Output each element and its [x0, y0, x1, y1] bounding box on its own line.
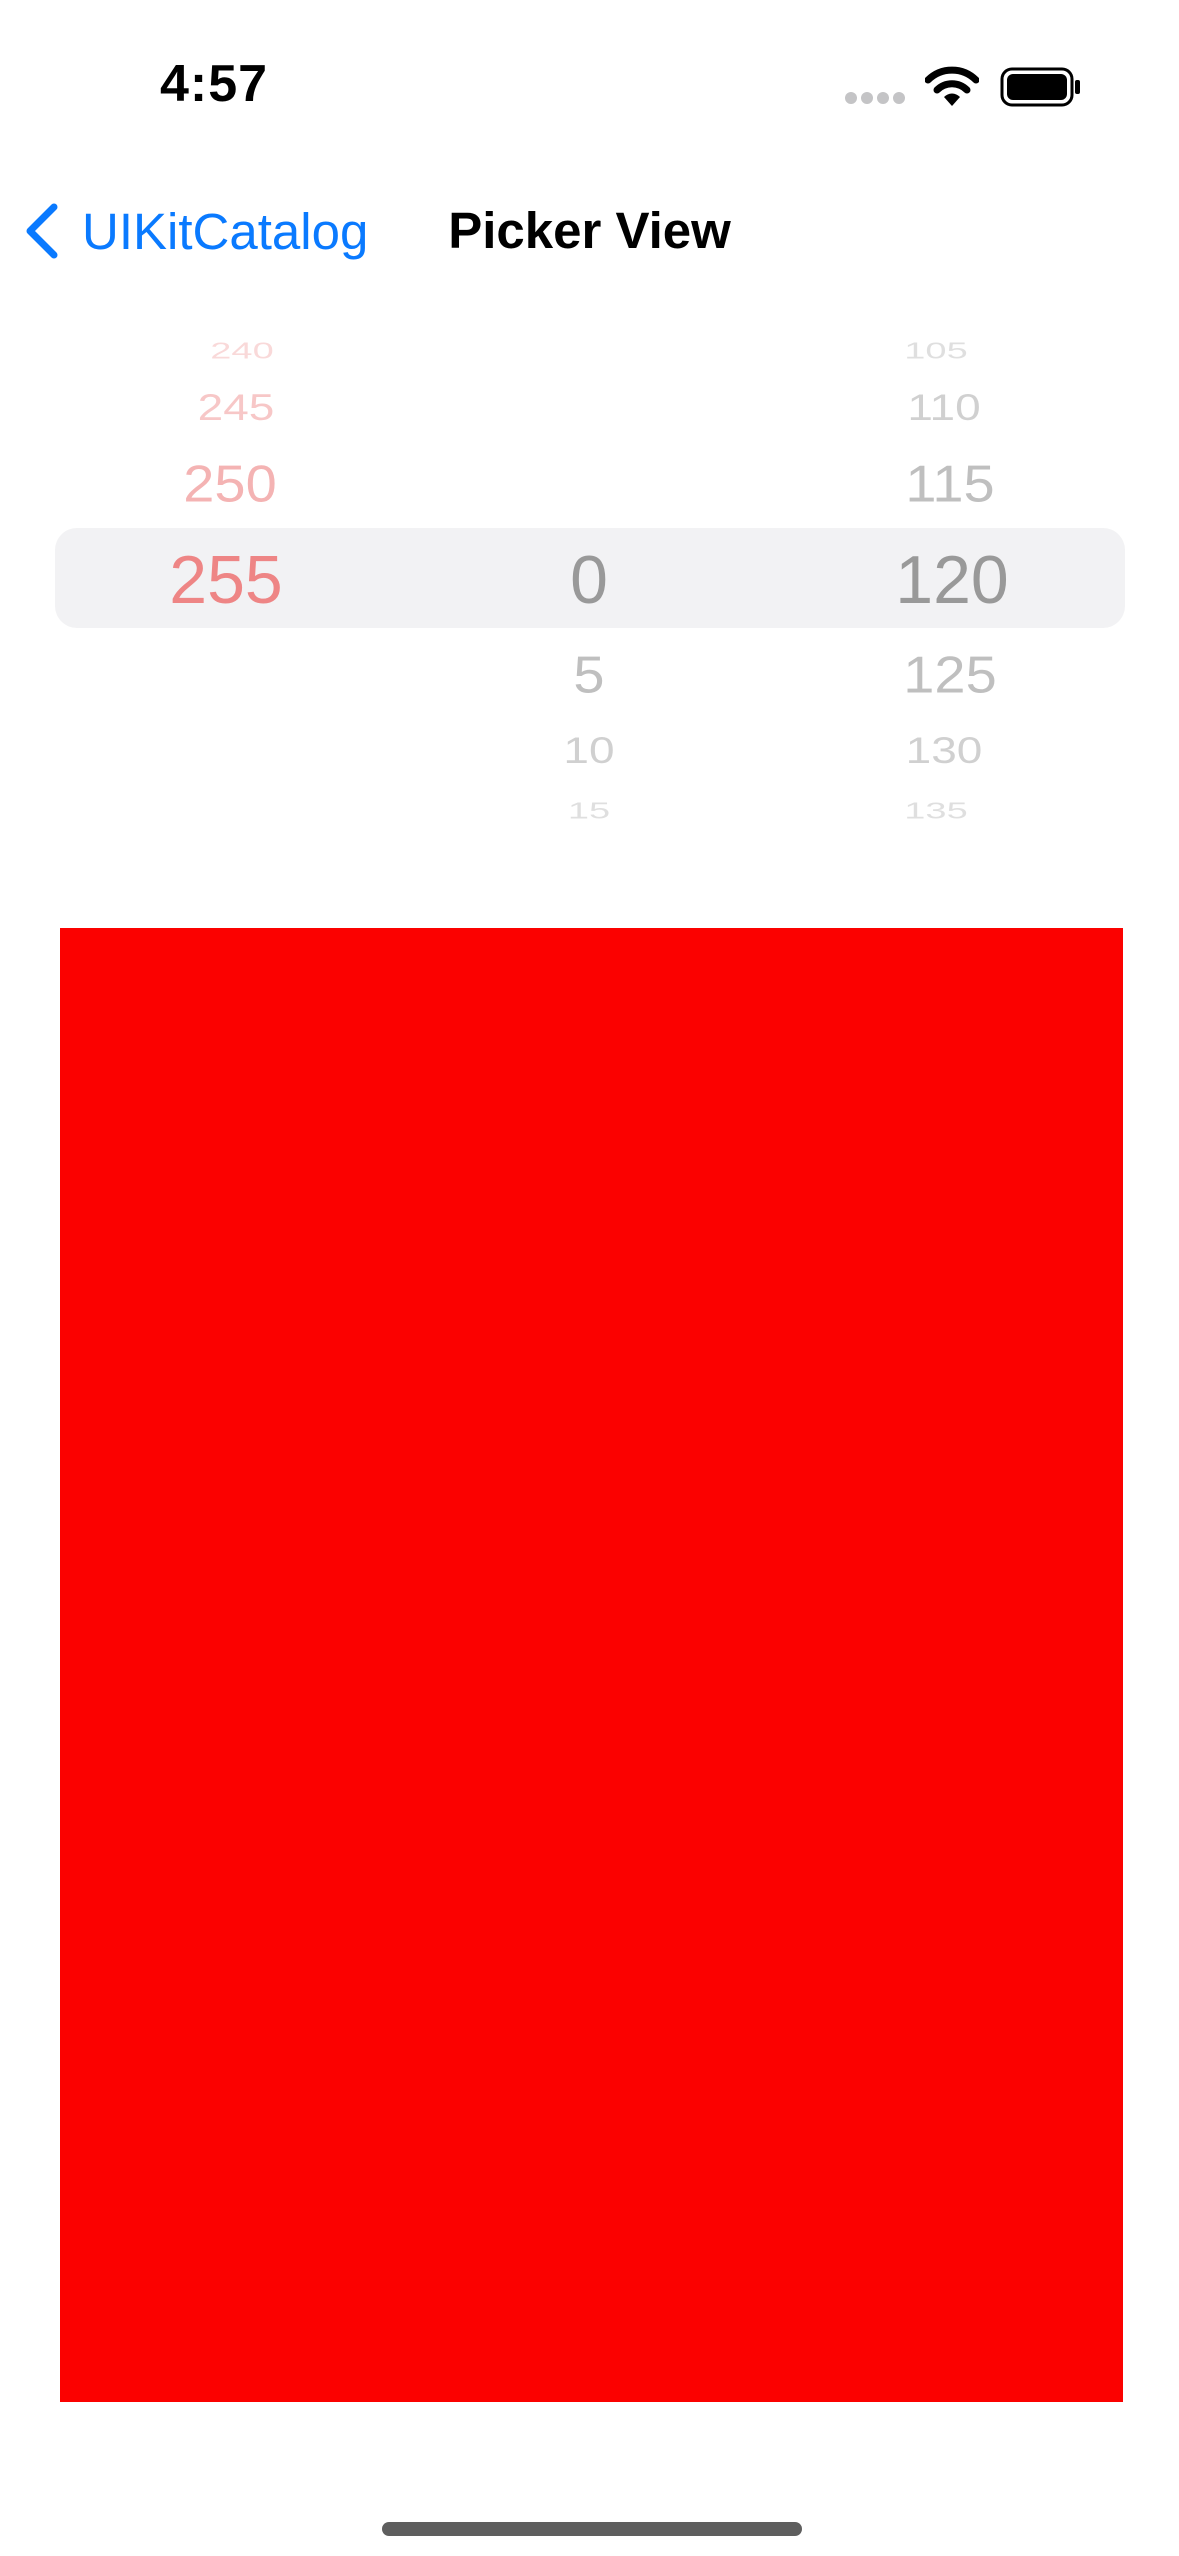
picker-blue-item[interactable]: 125: [903, 649, 996, 701]
picker-green-item[interactable]: 10: [563, 732, 614, 769]
navigation-bar: Picker View UIKitCatalog: [0, 170, 1179, 290]
picker-blue-item[interactable]: 110: [907, 389, 980, 426]
wifi-icon: [925, 66, 979, 106]
signal-dots-icon: [845, 92, 905, 104]
picker-blue-item[interactable]: 115: [905, 458, 994, 510]
battery-icon: [1000, 67, 1080, 107]
status-bar: 4:57: [0, 0, 1179, 170]
back-button-label: UIKitCatalog: [82, 202, 369, 260]
picker-red-item[interactable]: 245: [198, 389, 275, 426]
picker-red-item[interactable]: 250: [183, 458, 276, 510]
status-time: 4:57: [160, 55, 269, 113]
home-indicator[interactable]: [382, 2522, 802, 2536]
picker-blue-item[interactable]: 135: [904, 799, 967, 823]
color-swatch: [60, 928, 1123, 2402]
picker-blue-item[interactable]: 130: [906, 732, 983, 769]
picker-green-item[interactable]: 15: [568, 799, 610, 823]
picker-blue-selected[interactable]: 120: [895, 546, 1008, 614]
chevron-left-icon: [26, 203, 58, 259]
screen: 4:57 Picker View UIKitCatalog 240 245 25…: [0, 0, 1179, 2556]
picker-red-item[interactable]: 240: [210, 339, 273, 363]
picker-green-item[interactable]: 5: [573, 649, 604, 701]
picker-view[interactable]: 240 245 250 255 0 5 10 15 105 110 115 12…: [0, 310, 1179, 850]
picker-red-selected[interactable]: 255: [169, 546, 282, 614]
back-button[interactable]: UIKitCatalog: [22, 198, 368, 264]
picker-green-selected[interactable]: 0: [570, 546, 608, 614]
picker-blue-item[interactable]: 105: [904, 339, 967, 363]
